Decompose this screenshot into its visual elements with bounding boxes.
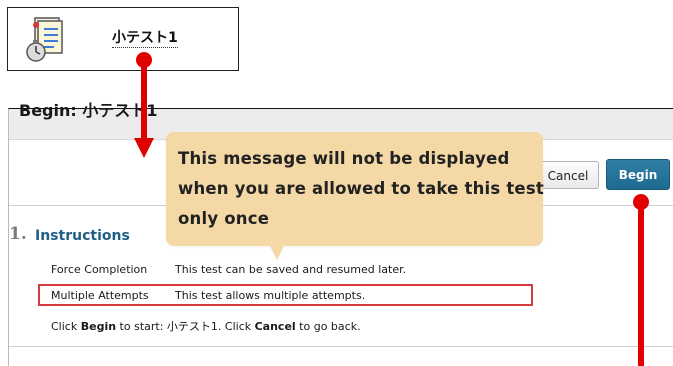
info-callout: This message will not be displayed when … xyxy=(166,132,544,246)
callout-line: This message will not be displayed xyxy=(178,149,510,168)
red-arrow-head xyxy=(134,138,154,158)
test-link-box[interactable]: 小テスト1 xyxy=(7,7,239,71)
start-suffix: to go back. xyxy=(295,320,361,333)
page-title: Begin: 小テスト1 xyxy=(19,101,158,120)
begin-button[interactable]: Begin xyxy=(606,159,670,190)
section-number: 1. xyxy=(9,224,27,244)
start-cancel-word: Cancel xyxy=(254,320,296,333)
start-middle: to start: 小テスト1. Click xyxy=(116,320,255,333)
start-prefix: Click xyxy=(51,320,81,333)
screenshot-stage: 小テスト1 Begin: 小テスト1 Cancel Begin 1. Instr… xyxy=(0,0,673,366)
start-begin-word: Begin xyxy=(80,320,117,333)
instructions-heading: Instructions xyxy=(35,228,130,244)
red-arrow-line xyxy=(141,60,147,140)
force-completion-label: Force Completion xyxy=(51,263,148,276)
start-instruction: Click Begin to start: 小テスト1. Click Cance… xyxy=(51,318,361,334)
test-document-icon xyxy=(26,17,63,62)
footer-divider xyxy=(9,346,673,347)
callout-line: when you are allowed to take this test xyxy=(178,179,544,198)
multiple-attempts-label: Multiple Attempts xyxy=(51,289,149,302)
callout-tail xyxy=(270,246,284,260)
callout-text: This message will not be displayed when … xyxy=(178,144,544,234)
callout-line: only once xyxy=(178,209,270,228)
multiple-attempts-value: This test allows multiple attempts. xyxy=(175,289,366,302)
force-completion-value: This test can be saved and resumed later… xyxy=(175,263,407,276)
test-link-title[interactable]: 小テスト1 xyxy=(112,30,178,48)
cancel-button[interactable]: Cancel xyxy=(537,161,599,189)
red-marker-line xyxy=(638,202,644,366)
